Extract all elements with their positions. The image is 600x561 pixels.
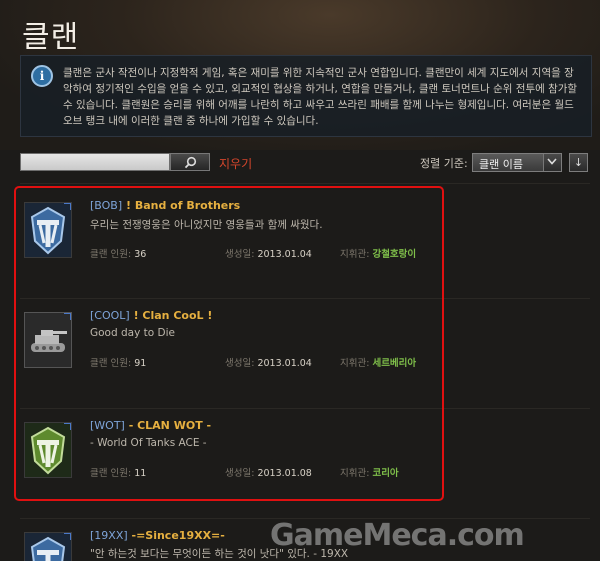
- info-text: 클랜은 군사 작전이나 지정학적 게임, 혹은 재미를 위한 지속적인 군사 연…: [63, 67, 578, 127]
- sort-label: 정렬 기준:: [420, 157, 468, 170]
- wot-logo-blue-icon: [24, 532, 72, 561]
- info-box: i 클랜은 군사 작전이나 지정학적 게임, 혹은 재미를 위한 지속적인 군사…: [20, 55, 592, 137]
- divider: [20, 183, 590, 184]
- sort-direction-button[interactable]: ↓: [569, 153, 588, 172]
- highlight-frame: [14, 186, 444, 501]
- watermark: GameMeca.com: [270, 518, 525, 553]
- search-input[interactable]: [20, 153, 170, 171]
- info-icon: i: [31, 65, 53, 87]
- search-icon: [184, 156, 197, 169]
- clan-name[interactable]: [19XX] -=Since19XX=-: [90, 529, 225, 542]
- search-button[interactable]: [170, 153, 210, 171]
- sort-selected-value: 클랜 이름: [479, 158, 523, 171]
- page-title: 클랜: [22, 20, 80, 55]
- clear-search-link[interactable]: 지우기: [219, 155, 252, 172]
- chevron-down-icon[interactable]: [543, 154, 561, 171]
- sort-select[interactable]: 클랜 이름: [472, 153, 562, 172]
